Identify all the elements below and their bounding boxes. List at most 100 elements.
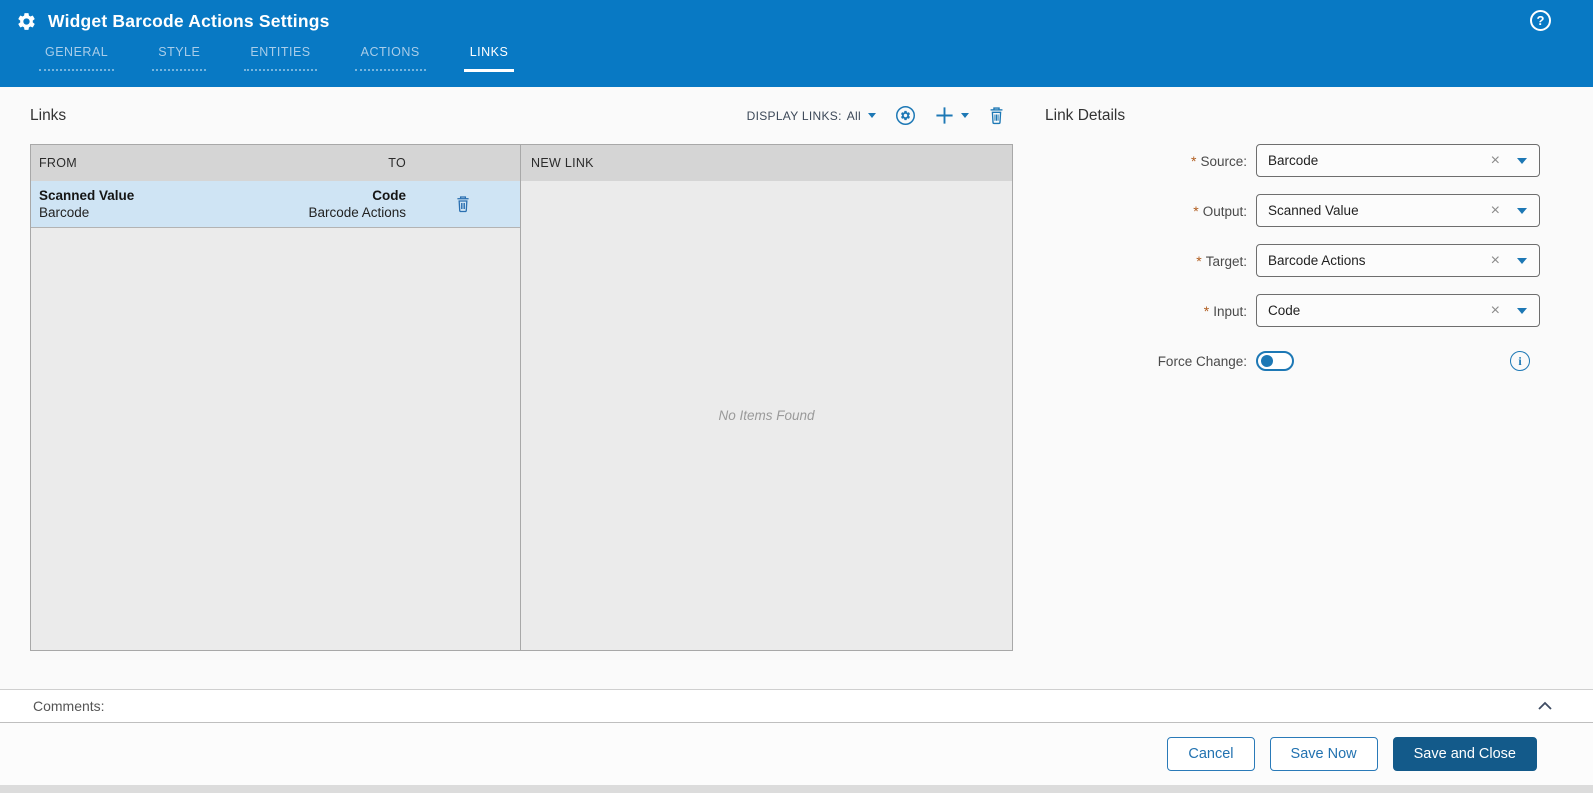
force-change-row: Force Change: i	[1045, 351, 1561, 371]
save-now-button[interactable]: Save Now	[1269, 737, 1378, 771]
source-label: * Source:	[1045, 153, 1247, 169]
links-list-body	[31, 228, 520, 650]
links-table: FROM TO Scanned Value Barcode Code Barco…	[30, 144, 1013, 651]
plus-icon	[936, 107, 953, 124]
from-widget-name: Barcode	[39, 205, 90, 220]
chevron-down-icon[interactable]	[1517, 157, 1527, 164]
to-column-header: TO	[388, 156, 406, 170]
page-title: Widget Barcode Actions Settings	[48, 11, 330, 31]
window-bottom-edge	[0, 785, 1593, 793]
required-marker: *	[1193, 202, 1199, 219]
delete-link-icon[interactable]	[455, 195, 471, 213]
tab-links[interactable]: LINKS	[463, 45, 514, 72]
to-input-name: Code	[372, 188, 406, 203]
trash-icon	[990, 107, 1003, 125]
output-label: * Output:	[1045, 203, 1247, 219]
source-label-text: Source:	[1200, 153, 1247, 169]
chevron-down-icon[interactable]	[1517, 257, 1527, 264]
clear-icon[interactable]: ×	[1491, 252, 1500, 269]
chevron-down-icon[interactable]	[1517, 307, 1527, 314]
output-field-row: * Output: Scanned Value ×	[1045, 194, 1561, 227]
info-glyph: i	[1518, 353, 1522, 368]
source-select[interactable]: Barcode ×	[1256, 144, 1540, 177]
to-widget-name: Barcode Actions	[308, 205, 406, 220]
display-links-label: DISPLAY LINKS:	[746, 108, 842, 123]
display-links-value: All	[846, 108, 861, 123]
input-label: * Input:	[1045, 303, 1247, 319]
tab-label: GENERAL	[45, 45, 109, 59]
tab-label: LINKS	[469, 45, 509, 59]
new-link-header: NEW LINK	[521, 145, 1012, 181]
new-link-panel: NEW LINK No Items Found	[521, 145, 1012, 650]
gear-icon	[18, 13, 35, 30]
display-links-filter[interactable]: DISPLAY LINKS: All	[747, 109, 876, 123]
output-label-text: Output:	[1202, 203, 1247, 219]
link-details-title: Link Details	[1045, 106, 1126, 124]
links-section: Links DISPLAY LINKS: All FROM TO Scanned…	[30, 87, 1013, 689]
link-details-header-row: Link Details	[1045, 87, 1561, 144]
tab-style[interactable]: STYLE	[152, 45, 207, 71]
tab-actions[interactable]: ACTIONS	[354, 45, 426, 71]
output-select[interactable]: Scanned Value ×	[1256, 194, 1540, 227]
chevron-down-icon[interactable]	[1517, 207, 1527, 214]
toggle-knob	[1261, 355, 1273, 367]
save-and-close-button[interactable]: Save and Close	[1392, 737, 1537, 771]
cancel-button[interactable]: Cancel	[1167, 737, 1255, 771]
links-toolbar: DISPLAY LINKS: All	[747, 105, 1013, 126]
add-link-button[interactable]	[935, 106, 969, 125]
link-row-actions	[406, 195, 520, 213]
links-list-panel: FROM TO Scanned Value Barcode Code Barco…	[31, 145, 521, 650]
input-select[interactable]: Code ×	[1256, 294, 1540, 327]
title-row: Widget Barcode Actions Settings ?	[0, 0, 1593, 32]
tab-general[interactable]: GENERAL	[38, 45, 115, 71]
links-table-header: FROM TO	[31, 145, 520, 181]
links-title: Links	[30, 106, 67, 124]
output-value: Scanned Value	[1268, 203, 1359, 218]
required-marker: *	[1191, 152, 1197, 169]
comments-label: Comments:	[33, 698, 105, 714]
info-icon[interactable]: i	[1510, 351, 1530, 371]
help-icon[interactable]: ?	[1530, 10, 1551, 31]
input-field-row: * Input: Code ×	[1045, 294, 1561, 327]
settings-dialog: Widget Barcode Actions Settings ? GENERA…	[0, 0, 1593, 793]
link-row[interactable]: Scanned Value Barcode Code Barcode Actio…	[31, 181, 520, 228]
chevron-up-icon[interactable]	[1535, 696, 1555, 716]
force-change-label: Force Change:	[1157, 353, 1247, 369]
tab-label: ENTITIES	[250, 45, 311, 59]
tab-bar: GENERAL STYLE ENTITIES ACTIONS LINKS	[38, 45, 1593, 72]
tab-label: STYLE	[158, 45, 201, 59]
required-marker: *	[1196, 252, 1202, 269]
help-glyph: ?	[1536, 13, 1545, 28]
chevron-down-icon	[961, 113, 969, 118]
input-label-text: Input:	[1213, 303, 1247, 319]
title-bar: Widget Barcode Actions Settings ? GENERA…	[0, 0, 1593, 87]
link-to-cell: Code Barcode Actions	[246, 187, 406, 221]
clear-icon[interactable]: ×	[1491, 202, 1500, 219]
target-label-text: Target:	[1205, 253, 1247, 269]
chevron-down-icon	[868, 113, 876, 118]
force-change-toggle[interactable]	[1256, 351, 1294, 371]
auto-link-icon[interactable]	[895, 105, 916, 126]
delete-links-button[interactable]	[988, 106, 1005, 125]
from-output-name: Scanned Value	[39, 188, 135, 203]
target-select[interactable]: Barcode Actions ×	[1256, 244, 1540, 277]
comments-bar[interactable]: Comments:	[0, 689, 1593, 723]
trash-icon	[457, 196, 469, 213]
links-header-row: Links DISPLAY LINKS: All	[30, 87, 1013, 144]
tab-label: ACTIONS	[360, 45, 420, 59]
target-value: Barcode Actions	[1268, 253, 1366, 268]
required-marker: *	[1203, 302, 1210, 319]
new-link-header-label: NEW LINK	[531, 156, 594, 170]
link-from-cell: Scanned Value Barcode	[39, 187, 246, 221]
source-value: Barcode	[1268, 153, 1319, 168]
target-label: * Target:	[1045, 253, 1247, 269]
input-value: Code	[1268, 303, 1301, 318]
footer-bar: Cancel Save Now Save and Close	[0, 723, 1593, 785]
empty-state-text: No Items Found	[718, 408, 815, 423]
new-link-body: No Items Found	[521, 181, 1012, 650]
clear-icon[interactable]: ×	[1491, 152, 1500, 169]
clear-icon[interactable]: ×	[1491, 302, 1500, 319]
link-details-panel: Link Details * Source: Barcode × * Output:…	[1045, 87, 1561, 689]
target-field-row: * Target: Barcode Actions ×	[1045, 244, 1561, 277]
tab-entities[interactable]: ENTITIES	[244, 45, 317, 71]
